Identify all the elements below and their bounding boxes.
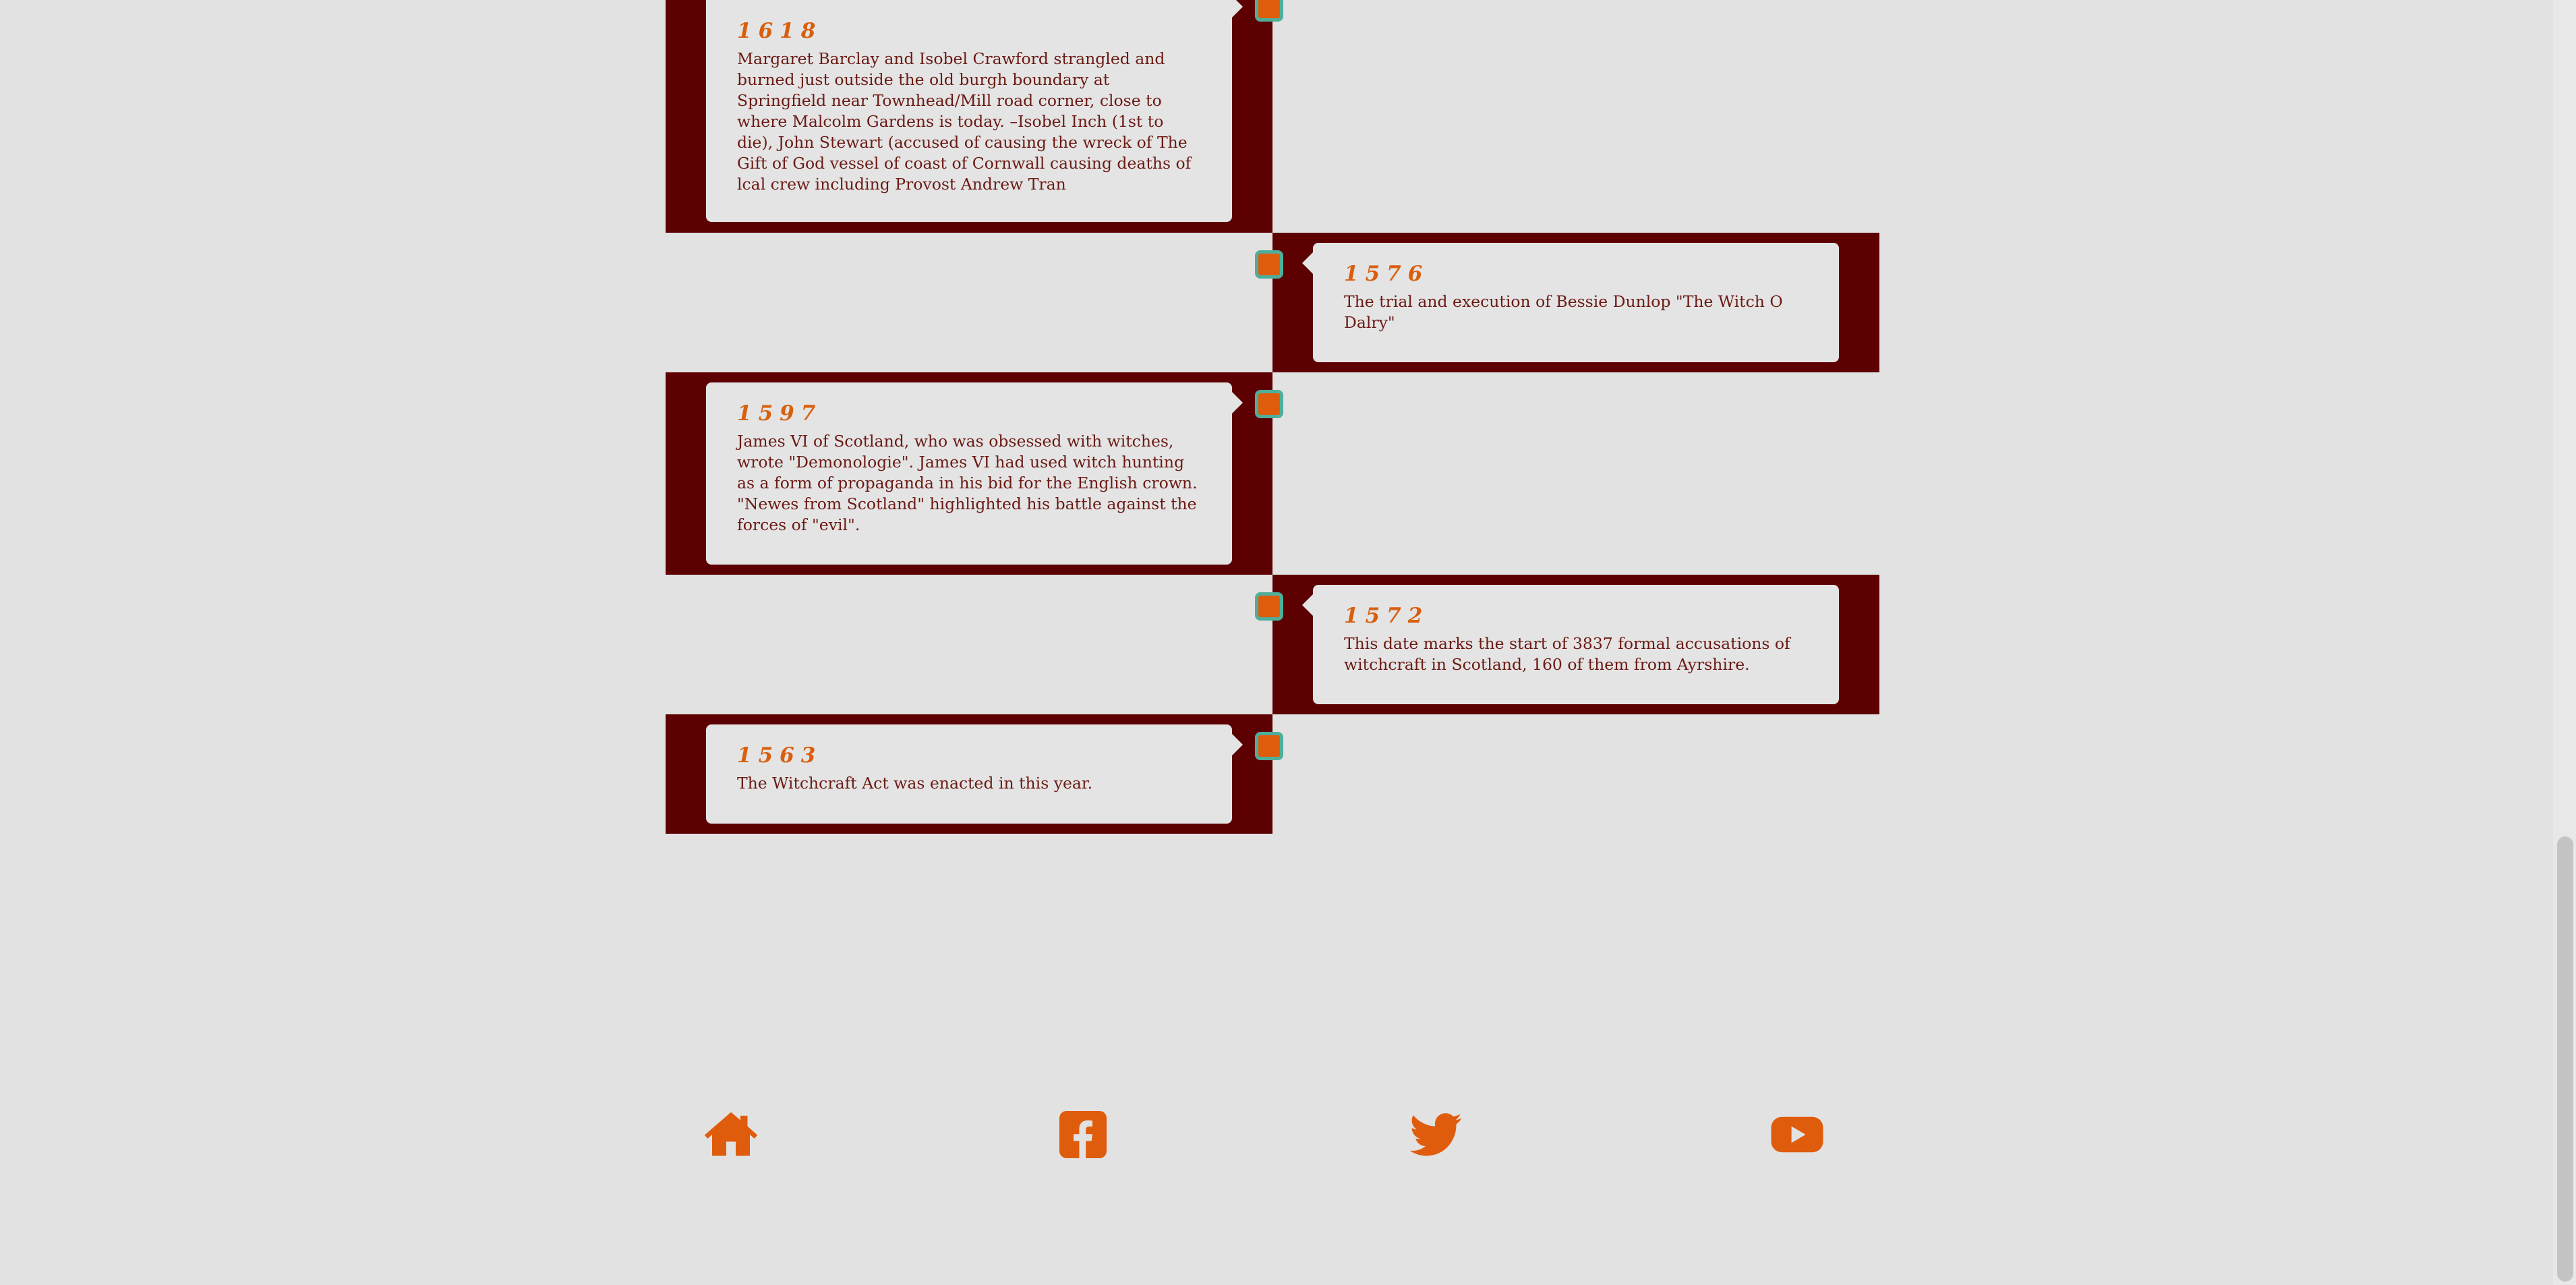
event-year: 1597	[737, 401, 823, 426]
timeline-card: 1572 This date marks the start of 3837 f…	[1302, 585, 1839, 704]
youtube-icon[interactable]	[1769, 1106, 1825, 1163]
timeline-card: 1563 The Witchcraft Act was enacted in t…	[706, 724, 1243, 824]
event-description: Margaret Barclay and Isobel Crawford str…	[737, 49, 1192, 194]
event-year: 1618	[737, 19, 823, 43]
timeline-marker	[1255, 592, 1283, 621]
timeline-entry: 1572 This date marks the start of 3837 f…	[666, 575, 1879, 714]
event-description: James VI of Scotland, who was obsessed w…	[737, 432, 1198, 534]
timeline-marker	[1255, 390, 1283, 418]
scrollbar[interactable]	[2553, 0, 2576, 1285]
timeline-card: 1618 Margaret Barclay and Isobel Crawfor…	[706, 0, 1243, 222]
timeline-marker	[1255, 0, 1283, 22]
facebook-icon[interactable]	[1055, 1106, 1111, 1163]
event-year: 1563	[737, 743, 823, 768]
event-description: This date marks the start of 3837 formal…	[1344, 634, 1790, 674]
timeline-marker	[1255, 732, 1283, 760]
footer	[666, 1100, 1879, 1167]
event-description: The Witchcraft Act was enacted in this y…	[737, 774, 1093, 793]
scrollbar-thumb[interactable]	[2557, 836, 2573, 1282]
event-description: The trial and execution of Bessie Dunlop…	[1344, 292, 1783, 332]
event-year: 1576	[1344, 262, 1430, 286]
timeline-card: 1576 The trial and execution of Bessie D…	[1302, 243, 1839, 362]
twitter-icon[interactable]	[1407, 1106, 1464, 1163]
timeline-entry: 1563 The Witchcraft Act was enacted in t…	[666, 714, 1879, 834]
timeline-entry: 1618 Margaret Barclay and Isobel Crawfor…	[666, 0, 1879, 233]
timeline-marker	[1255, 250, 1283, 279]
event-year: 1572	[1344, 604, 1430, 628]
timeline-entry: 1597 James VI of Scotland, who was obses…	[666, 372, 1879, 575]
timeline: 1618 Margaret Barclay and Isobel Crawfor…	[666, 0, 1879, 834]
home-icon[interactable]	[703, 1106, 759, 1163]
timeline-card: 1597 James VI of Scotland, who was obses…	[706, 382, 1243, 565]
timeline-entry: 1576 The trial and execution of Bessie D…	[666, 233, 1879, 372]
